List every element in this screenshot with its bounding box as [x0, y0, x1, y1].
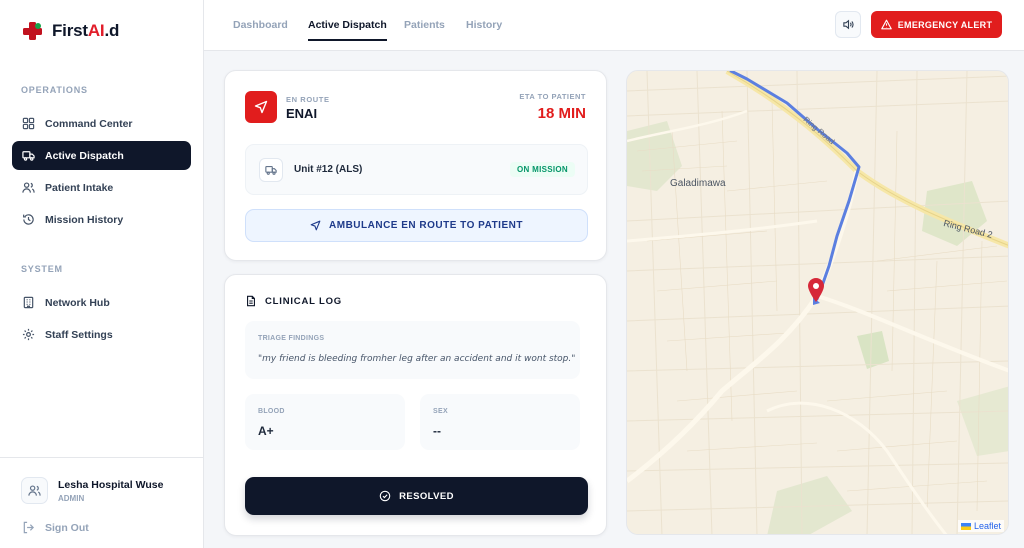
sidebar-item-staff-settings[interactable]: Staff Settings	[12, 320, 191, 349]
truck-icon	[22, 151, 35, 161]
en-route-banner: AMBULANCE EN ROUTE TO PATIENT	[245, 209, 588, 242]
clinical-log-heading: CLINICAL LOG	[245, 295, 342, 307]
tab-history[interactable]: History	[466, 19, 502, 39]
sidebar-item-patient-intake[interactable]: Patient Intake	[12, 173, 191, 202]
speaker-icon	[842, 19, 854, 30]
users-icon	[22, 182, 35, 193]
sound-toggle-button[interactable]	[835, 11, 861, 38]
building-icon	[23, 296, 34, 309]
sidebar-item-label: Network Hub	[45, 296, 110, 309]
unit-name: Unit #12 (ALS)	[294, 164, 363, 175]
dispatch-status-card: EN ROUTE ENAI ETA TO PATIENT 18 MIN Unit…	[224, 70, 607, 261]
document-icon	[247, 295, 255, 307]
clinical-log-card: CLINICAL LOG TRIAGE FINDINGS "my friend …	[224, 274, 607, 536]
user-icon	[28, 485, 41, 496]
sign-out-button[interactable]: Sign Out	[22, 521, 89, 534]
sidebar-item-label: Active Dispatch	[45, 149, 124, 162]
sidebar-item-label: Patient Intake	[45, 181, 114, 194]
grid-icon	[22, 117, 35, 130]
unit-row: Unit #12 (ALS) ON MISSION	[245, 144, 588, 195]
en-route-banner-text: AMBULANCE EN ROUTE TO PATIENT	[329, 220, 523, 231]
medical-cross-logo-icon	[22, 20, 44, 42]
emergency-alert-button[interactable]: EMERGENCY ALERT	[871, 11, 1002, 38]
sidebar: FirstAI.d OPERATIONS Command Center Acti…	[0, 0, 204, 548]
top-bar: Dashboard Active Dispatch Patients Histo…	[204, 0, 1024, 51]
sidebar-item-label: Mission History	[45, 213, 124, 226]
truck-icon	[259, 158, 283, 182]
resolved-button[interactable]: RESOLVED	[245, 477, 588, 515]
brand[interactable]: FirstAI.d	[22, 20, 119, 42]
navigation-arrow-icon	[310, 220, 321, 231]
sex-box: SEX --	[420, 394, 580, 450]
leaflet-attribution-text: Leaflet	[973, 521, 1001, 531]
eta-value: 18 MIN	[537, 105, 586, 122]
user-role: ADMIN	[58, 493, 85, 503]
tab-active-dispatch[interactable]: Active Dispatch	[308, 19, 387, 41]
check-circle-icon	[379, 490, 391, 502]
blood-label: BLOOD	[258, 408, 285, 415]
ukraine-flag-icon	[960, 522, 971, 530]
sidebar-item-command-center[interactable]: Command Center	[12, 109, 191, 138]
status-badge: ON MISSION	[509, 162, 575, 177]
sidebar-item-mission-history[interactable]: Mission History	[12, 205, 191, 234]
sidebar-item-label: Staff Settings	[45, 328, 113, 341]
tab-patients[interactable]: Patients	[404, 19, 445, 39]
avatar	[21, 477, 48, 504]
eta-label: ETA TO PATIENT	[519, 92, 586, 101]
map-tiles	[627, 71, 1008, 534]
route-destination: ENAI	[286, 106, 318, 121]
blood-value: A+	[258, 424, 274, 438]
warning-triangle-icon	[880, 19, 892, 30]
sign-out-label: Sign Out	[45, 521, 89, 534]
route-status-label: EN ROUTE	[286, 95, 330, 104]
sidebar-item-network-hub[interactable]: Network Hub	[12, 288, 191, 317]
emergency-alert-label: EMERGENCY ALERT	[897, 19, 993, 30]
tab-dashboard[interactable]: Dashboard	[233, 19, 288, 39]
section-label-system: SYSTEM	[21, 264, 63, 274]
blood-type-box: BLOOD A+	[245, 394, 405, 450]
triage-findings-box: TRIAGE FINDINGS "my friend is bleeding f…	[245, 321, 580, 379]
brand-name: FirstAI.d	[52, 21, 120, 40]
map-pin-icon[interactable]	[808, 278, 824, 302]
user-name: Lesha Hospital Wuse	[58, 478, 164, 491]
resolved-label: RESOLVED	[399, 490, 454, 502]
clinical-log-title: CLINICAL LOG	[265, 295, 342, 307]
leaflet-attribution-link[interactable]: Leaflet	[957, 520, 1004, 532]
sex-value: --	[433, 424, 441, 438]
sex-label: SEX	[433, 408, 448, 415]
sidebar-item-label: Command Center	[45, 117, 133, 130]
triage-findings-label: TRIAGE FINDINGS	[258, 335, 325, 342]
sidebar-item-active-dispatch[interactable]: Active Dispatch	[12, 141, 191, 170]
map-place-label: Galadimawa	[670, 178, 726, 189]
history-icon	[23, 214, 34, 225]
logout-icon	[23, 521, 34, 534]
sidebar-divider	[0, 457, 204, 458]
navigation-arrow-icon	[245, 91, 277, 123]
section-label-operations: OPERATIONS	[21, 85, 88, 95]
triage-findings-text: "my friend is bleeding fromher leg after…	[258, 354, 576, 364]
map-view[interactable]: Galadimawa Ring Road 2 Ring Road Leaflet	[626, 70, 1009, 535]
user-profile[interactable]: Lesha Hospital Wuse ADMIN	[21, 477, 163, 504]
gear-icon	[22, 328, 35, 341]
